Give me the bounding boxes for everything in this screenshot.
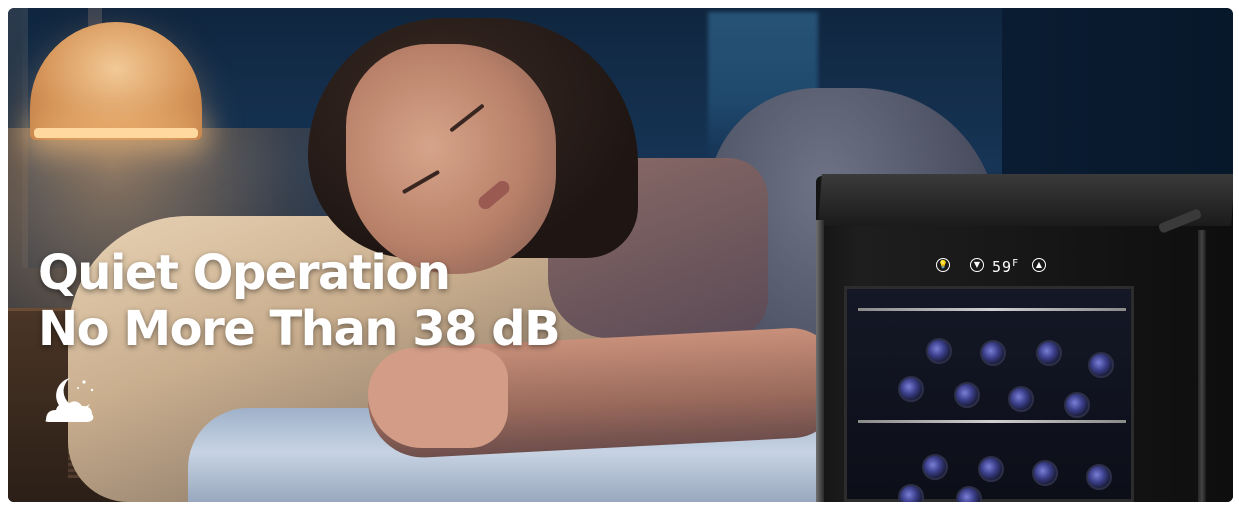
wine-bottle — [1032, 460, 1058, 486]
sleeping-woman-face — [346, 44, 556, 274]
wine-bottle — [1064, 392, 1090, 418]
wine-bottle — [1036, 340, 1062, 366]
wine-bottle — [1088, 352, 1114, 378]
wire-shelf — [858, 420, 1126, 423]
light-icon: 💡 — [936, 258, 950, 272]
headline-quiet-operation: Quiet Operation — [38, 245, 451, 301]
wine-bottle — [1086, 464, 1112, 490]
quiet-operation-banner: 💡 ▼ 59F ▲ Quiet Operation No More Than 3… — [8, 8, 1233, 502]
headline-noise-level: No More Than 38 dB — [38, 301, 561, 357]
wine-bottle — [898, 376, 924, 402]
door-handle — [1198, 230, 1206, 502]
hand — [368, 348, 508, 448]
up-arrow-icon: ▲ — [1032, 258, 1046, 272]
moon-cloud-sleep-icon — [45, 378, 94, 422]
wine-bottle — [980, 340, 1006, 366]
wire-shelf — [858, 308, 1126, 311]
wine-bottle — [922, 454, 948, 480]
wine-bottle — [978, 456, 1004, 482]
down-arrow-icon: ▼ — [970, 258, 984, 272]
lamp-rim — [34, 128, 198, 138]
wine-bottle — [926, 338, 952, 364]
temperature-unit: F — [1012, 258, 1020, 269]
temperature-readout: 59F — [992, 258, 1020, 276]
wine-cooler-edge — [816, 220, 824, 502]
wine-bottle — [1008, 386, 1034, 412]
wine-bottle — [954, 382, 980, 408]
